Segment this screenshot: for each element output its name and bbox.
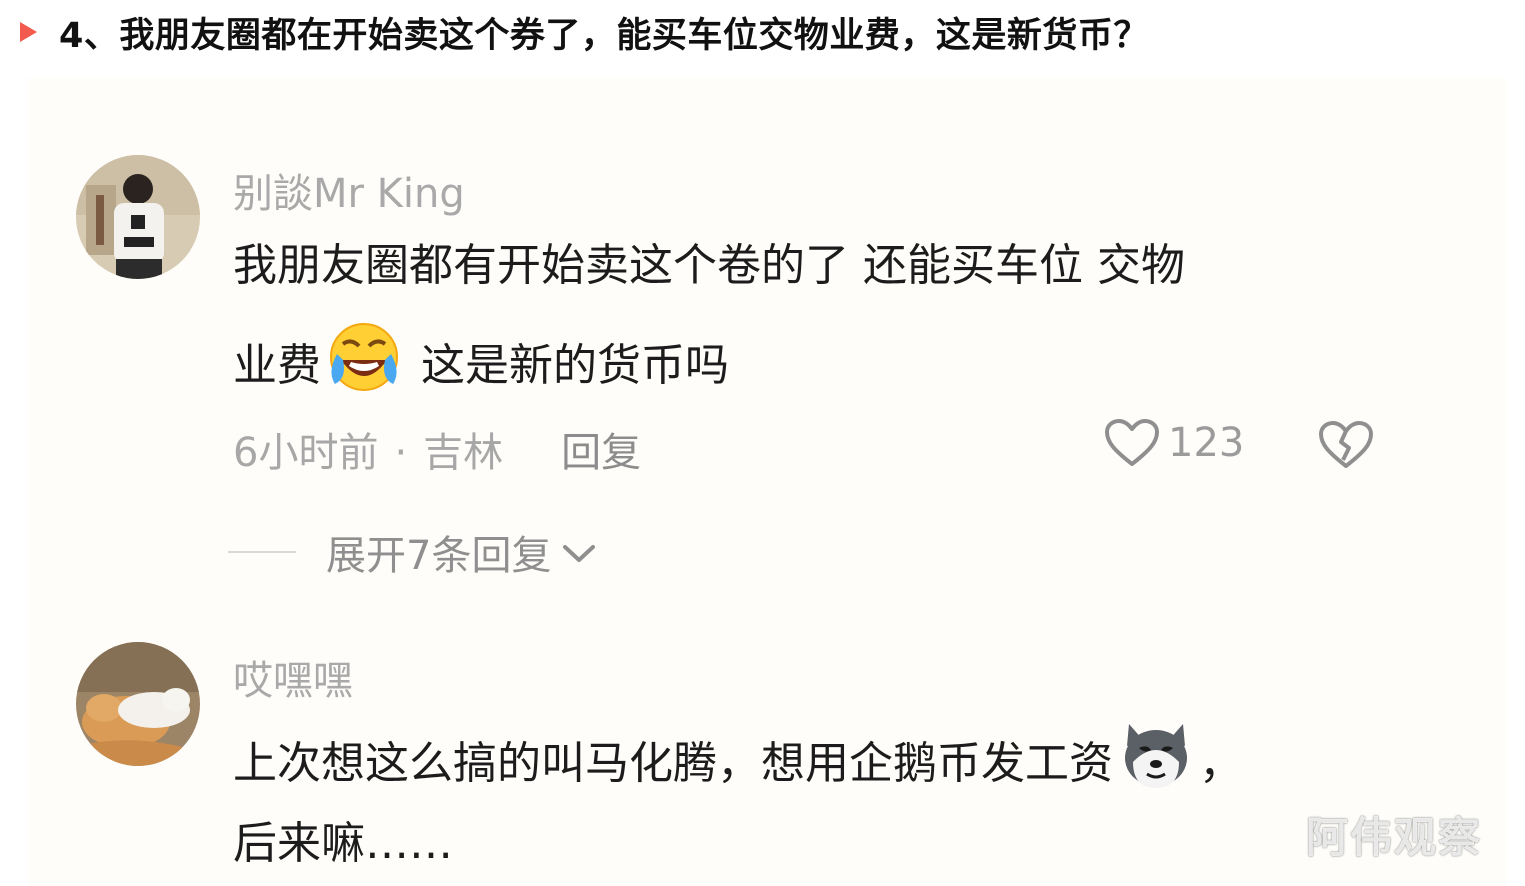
comment-username[interactable]: 别談Mr King bbox=[233, 161, 465, 219]
dislike-button[interactable] bbox=[1318, 420, 1374, 474]
comment-text-segment: ， bbox=[1199, 738, 1243, 789]
avatar-person-photo-icon bbox=[76, 155, 200, 279]
comment-location: 吉林 bbox=[423, 430, 504, 476]
comment-meta: 6小时前 · 吉林 回复 bbox=[233, 420, 641, 478]
avatar[interactable] bbox=[76, 642, 200, 766]
comment-text-segment: 这是新的货币吗 bbox=[407, 340, 729, 391]
like-button[interactable]: 123 bbox=[1104, 418, 1244, 468]
comment-text-line-1: 上次想这么搞的叫马化腾，想用企鹅币发工资 ， bbox=[233, 718, 1243, 814]
heart-outline-icon bbox=[1105, 419, 1159, 466]
like-count: 123 bbox=[1168, 420, 1245, 466]
triangle-bullet-icon bbox=[20, 22, 37, 42]
husky-dog-emoji-icon bbox=[1119, 718, 1193, 814]
article-headline: 4、我朋友圈都在开始卖这个券了，能买车位交物业费，这是新货币？ bbox=[20, 8, 1149, 56]
crying-laughing-emoji-icon bbox=[327, 320, 401, 416]
comment-time: 6小时前 bbox=[233, 430, 379, 476]
comment-screenshot: 别談Mr King 我朋友圈都有开始卖这个卷的了 还能买车位 交物 业费 这是新… bbox=[28, 78, 1506, 886]
comment-text-segment: 上次想这么搞的叫马化腾，想用企鹅币发工资 bbox=[233, 738, 1113, 789]
comment-username[interactable]: 哎嘿嘿 bbox=[233, 648, 353, 706]
meta-separator: · bbox=[394, 430, 408, 476]
comment-text-line-1: 我朋友圈都有开始卖这个卷的了 还能买车位 交物 bbox=[233, 240, 1185, 291]
divider-line bbox=[228, 551, 296, 553]
expand-replies-label: 展开7条回复 bbox=[326, 533, 552, 579]
headline-text: 4、我朋友圈都在开始卖这个券了，能买车位交物业费，这是新货币？ bbox=[59, 15, 1149, 56]
comment-text-segment: 业费 bbox=[233, 340, 321, 391]
chevron-down-icon bbox=[561, 529, 597, 575]
comment-text-line-2: 业费 这是新的货币吗 bbox=[233, 320, 729, 416]
watermark-text: 阿伟观察 bbox=[1306, 813, 1483, 862]
reply-button[interactable]: 回复 bbox=[561, 430, 641, 476]
avatar-cat-photo-icon bbox=[76, 642, 200, 766]
comment-text-line-2: 后来嘛…… bbox=[233, 818, 453, 869]
avatar[interactable] bbox=[76, 155, 200, 279]
broken-heart-icon bbox=[1319, 421, 1373, 468]
expand-replies-button[interactable]: 展开7条回复 bbox=[228, 523, 597, 581]
